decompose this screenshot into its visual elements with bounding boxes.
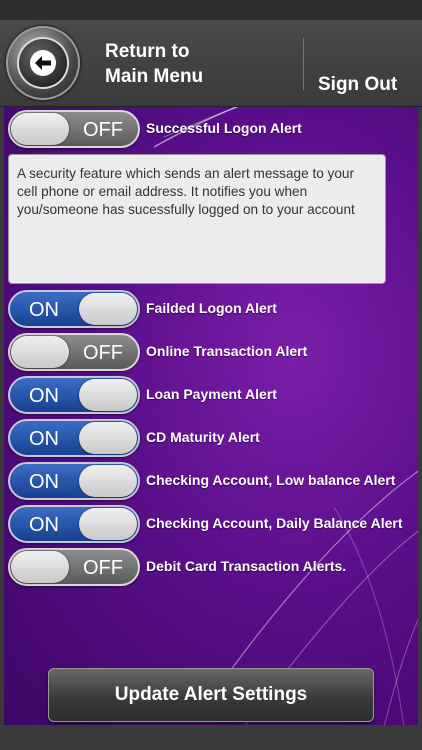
toggle-knob: [11, 113, 69, 145]
sign-out-button[interactable]: Sign Out: [318, 74, 397, 96]
alert-toggle-switch[interactable]: ON: [8, 376, 140, 414]
alert-row: OFF Successful Logon Alert: [4, 110, 414, 148]
alert-row: OFF Online Transaction Alert: [4, 333, 414, 371]
alert-settings-screen: Return to Main Menu Sign Out OFF Successf…: [0, 0, 422, 750]
toggle-state-label: ON: [29, 514, 59, 536]
alert-toggle-switch[interactable]: ON: [8, 290, 140, 328]
alert-label: Checking Account, Daily Balance Alert: [146, 515, 403, 531]
alert-row: OFF Debit Card Transaction Alerts.: [4, 548, 414, 586]
header-bar: Return to Main Menu Sign Out: [0, 20, 422, 107]
back-arrow-icon: [30, 50, 56, 76]
alert-toggle-switch[interactable]: OFF: [8, 333, 140, 371]
alert-label: Debit Card Transaction Alerts.: [146, 558, 347, 574]
toggle-state-label: OFF: [83, 342, 123, 364]
alert-label: Online Transaction Alert: [146, 343, 308, 359]
alert-row: ON Checking Account, Low balance Alert: [4, 462, 414, 500]
toggle-state-label: OFF: [83, 557, 123, 579]
alert-row: ON CD Maturity Alert: [4, 419, 414, 457]
toggle-state-label: ON: [29, 299, 59, 321]
toggle-knob: [11, 551, 69, 583]
alert-label: Successful Logon Alert: [146, 120, 302, 136]
alert-label: Checking Account, Low balance Alert: [146, 472, 396, 488]
alert-row: ON Loan Payment Alert: [4, 376, 414, 414]
header-divider: [303, 38, 304, 90]
alert-row: ON Failded Logon Alert: [4, 290, 414, 328]
update-alert-settings-button[interactable]: Update Alert Settings: [48, 668, 374, 722]
toggle-knob: [79, 422, 137, 454]
alert-toggle-switch[interactable]: ON: [8, 462, 140, 500]
alert-toggle-switch[interactable]: ON: [8, 505, 140, 543]
bottom-bar: [0, 725, 422, 750]
alert-toggle-switch[interactable]: ON: [8, 419, 140, 457]
toggle-knob: [79, 379, 137, 411]
toggle-state-label: ON: [29, 385, 59, 407]
back-button-ring: [19, 39, 67, 87]
status-bar: [0, 0, 422, 20]
toggle-state-label: ON: [29, 428, 59, 450]
alert-description-box: A security feature which sends an alert …: [8, 154, 386, 284]
toggle-state-label: ON: [29, 471, 59, 493]
alert-label: Loan Payment Alert: [146, 386, 277, 402]
alert-row: ON Checking Account, Daily Balance Alert: [4, 505, 414, 543]
alert-toggle-switch[interactable]: OFF: [8, 548, 140, 586]
toggle-knob: [79, 508, 137, 540]
alert-label: Failded Logon Alert: [146, 300, 277, 316]
return-to-main-menu-link[interactable]: Return to Main Menu: [105, 39, 203, 89]
toggle-knob: [11, 336, 69, 368]
alert-label: CD Maturity Alert: [146, 429, 260, 445]
back-button[interactable]: [6, 26, 80, 100]
toggle-state-label: OFF: [83, 119, 123, 141]
alert-toggle-switch[interactable]: OFF: [8, 110, 140, 148]
toggle-knob: [79, 293, 137, 325]
toggle-knob: [79, 465, 137, 497]
